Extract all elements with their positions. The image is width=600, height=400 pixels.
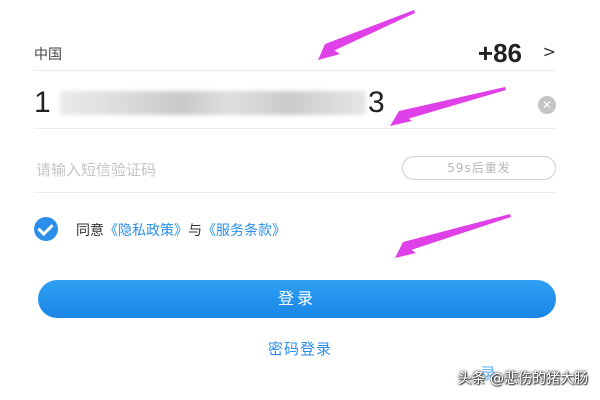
agreement-text: 同意《隐私政策》与《服务条款》 <box>76 220 286 240</box>
divider <box>34 192 556 193</box>
phone-input[interactable]: 1 3 ✕ <box>34 86 556 122</box>
privacy-policy-link[interactable]: 《隐私政策》 <box>104 223 188 239</box>
agree-checkbox[interactable] <box>34 217 58 241</box>
agreement-row: 同意《隐私政策》与《服务条款》 <box>34 217 556 241</box>
country-selector[interactable]: 中国 +86 > <box>34 38 556 68</box>
agree-conjunction: 与 <box>188 223 202 239</box>
phone-suffix: 3 <box>368 86 385 119</box>
chevron-right-icon: > <box>542 42 556 61</box>
password-login-link[interactable]: 密码登录 <box>0 338 600 359</box>
arrow-icon <box>395 246 416 258</box>
watermark: 头条 @悲伤的猪大肠 <box>457 371 588 387</box>
clear-icon[interactable]: ✕ <box>538 96 556 114</box>
terms-link[interactable]: 《服务条款》 <box>202 223 286 239</box>
phone-prefix: 1 <box>34 86 52 119</box>
country-code: +86 <box>477 38 522 68</box>
country-name: 中国 <box>34 47 62 63</box>
sms-code-input[interactable] <box>34 156 338 184</box>
password-login-label: 密码登录 <box>267 340 332 358</box>
checkmark-icon <box>37 219 54 237</box>
phone-redaction <box>60 91 366 115</box>
divider <box>34 128 556 129</box>
login-button[interactable]: 登录 <box>38 280 556 318</box>
divider <box>34 70 556 71</box>
agree-prefix: 同意 <box>76 223 104 239</box>
sms-row: 59s后重发 <box>34 156 556 184</box>
resend-button[interactable]: 59s后重发 <box>402 156 556 180</box>
